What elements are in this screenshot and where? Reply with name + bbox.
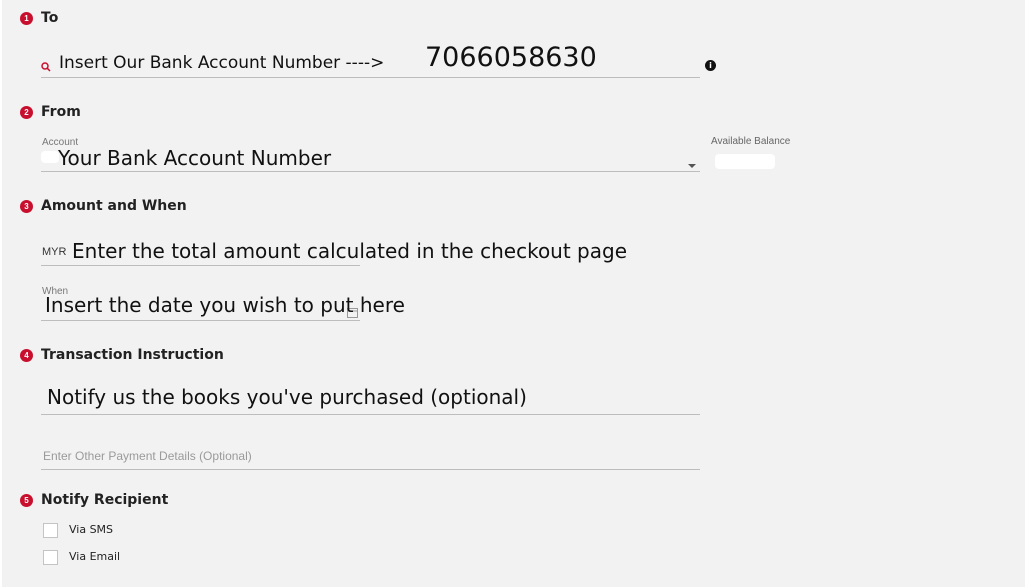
to-account-number: 7066058630 bbox=[425, 42, 597, 73]
info-icon[interactable]: i bbox=[705, 60, 716, 71]
when-date-input[interactable]: Insert the date you wish to put here bbox=[41, 291, 405, 321]
available-balance-label: Available Balance bbox=[711, 136, 791, 147]
other-details-underline bbox=[41, 469, 700, 470]
via-sms-checkbox[interactable] bbox=[43, 523, 58, 538]
amount-input[interactable]: MYR Enter the total amount calculated in… bbox=[41, 236, 627, 266]
page-border-left bbox=[0, 0, 2, 587]
to-account-instruction: Insert Our Bank Account Number ----> bbox=[59, 53, 385, 73]
step-5-badge: 5 bbox=[20, 494, 33, 507]
from-account-underline bbox=[41, 171, 700, 172]
available-balance-value-redacted bbox=[715, 154, 775, 169]
search-icon bbox=[41, 57, 51, 76]
other-payment-details-input[interactable]: Enter Other Payment Details (Optional) bbox=[41, 444, 700, 468]
redacted-area bbox=[41, 151, 59, 163]
when-underline bbox=[41, 320, 360, 321]
step-2-title: From bbox=[41, 104, 81, 120]
amount-underline bbox=[41, 265, 360, 266]
step-4-badge: 4 bbox=[20, 349, 33, 362]
step-2-badge: 2 bbox=[20, 106, 33, 119]
from-account-instruction: Your Bank Account Number bbox=[58, 146, 332, 170]
to-account-underline bbox=[41, 77, 700, 78]
to-account-input[interactable]: Insert Our Bank Account Number ----> 706… bbox=[55, 40, 700, 76]
via-email-checkbox[interactable] bbox=[43, 550, 58, 565]
step-3-badge: 3 bbox=[20, 200, 33, 213]
amount-instruction: Enter the total amount calculated in the… bbox=[72, 239, 627, 263]
recipient-reference-input[interactable]: Notify us the books you've purchased (op… bbox=[41, 383, 700, 415]
via-email-label: Via Email bbox=[69, 550, 121, 563]
step-4-title: Transaction Instruction bbox=[41, 347, 224, 363]
reference-underline bbox=[41, 414, 700, 415]
step-1-title: To bbox=[41, 10, 59, 26]
step-3-title: Amount and When bbox=[41, 198, 187, 214]
step-5-title: Notify Recipient bbox=[41, 492, 169, 508]
currency-label: MYR bbox=[42, 246, 67, 258]
instruction-overlay: Notify us the books you've purchased (op… bbox=[47, 385, 527, 409]
from-account-select[interactable]: Your Bank Account Number bbox=[41, 146, 700, 172]
step-1-badge: 1 bbox=[20, 12, 33, 25]
via-sms-label: Via SMS bbox=[69, 523, 114, 536]
other-details-placeholder: Enter Other Payment Details (Optional) bbox=[43, 449, 252, 463]
when-instruction: Insert the date you wish to put here bbox=[45, 293, 405, 317]
